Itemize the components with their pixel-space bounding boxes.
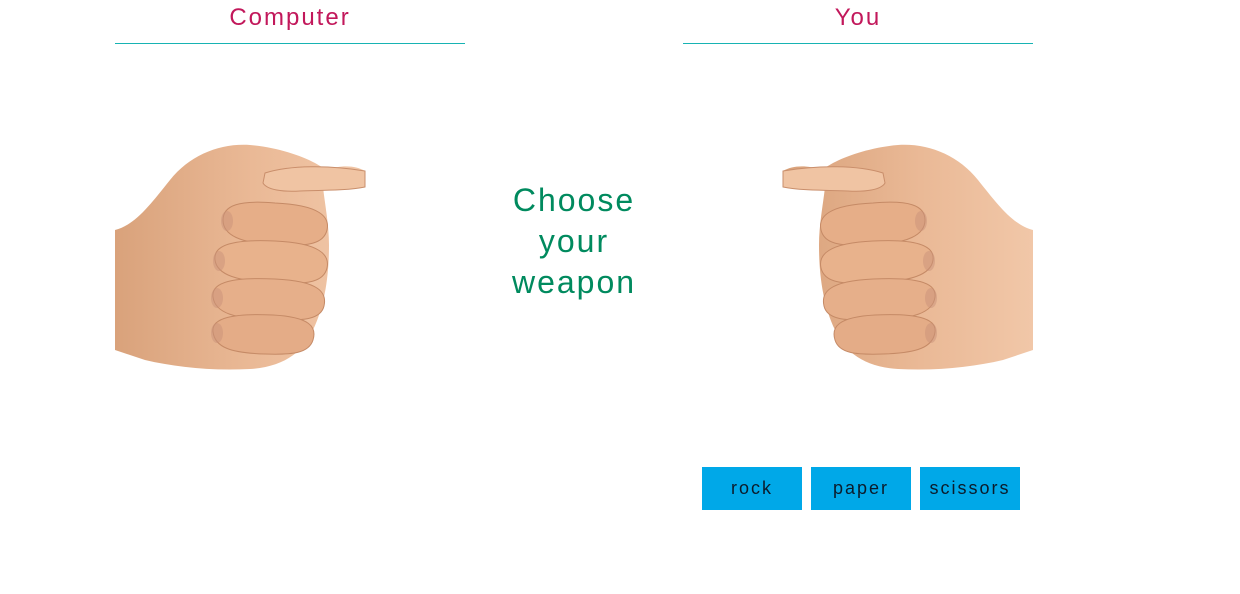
game-board: Computer You Choose your weapon rock pap… xyxy=(0,0,1240,594)
player-hand-fist-icon xyxy=(781,135,1033,375)
paper-button[interactable]: paper xyxy=(811,467,911,510)
prompt-line-2: your xyxy=(538,223,610,259)
weapon-buttons: rock paper scissors xyxy=(702,467,1020,510)
scissors-button[interactable]: scissors xyxy=(920,467,1020,510)
computer-hand-fist-icon xyxy=(115,135,367,375)
player-title: You xyxy=(683,0,1033,44)
rock-button[interactable]: rock xyxy=(702,467,802,510)
prompt-line-1: Choose xyxy=(512,182,636,218)
prompt-line-3: weapon xyxy=(511,264,637,300)
computer-title: Computer xyxy=(115,0,465,44)
choose-weapon-prompt: Choose your weapon xyxy=(494,180,654,303)
